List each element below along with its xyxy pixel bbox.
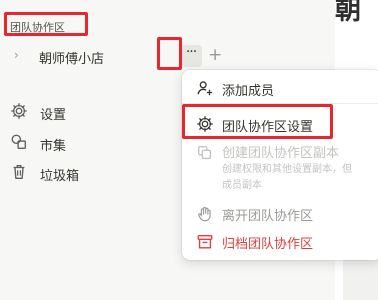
chevron-right-icon[interactable]: › xyxy=(14,48,19,62)
gear-icon xyxy=(10,102,30,122)
page-title: 朝 xyxy=(335,0,362,26)
hand-icon xyxy=(196,205,214,223)
menu-item-archive-team[interactable]: 归档团队协作区 xyxy=(182,230,378,254)
archive-icon xyxy=(196,233,214,251)
sidebar-item-trash[interactable]: 垃圾箱 xyxy=(10,163,170,185)
trash-icon xyxy=(10,163,30,183)
team-name: 朝师傅小店 xyxy=(39,52,105,67)
content-block xyxy=(343,260,378,300)
section-label: 团队协作区 xyxy=(10,21,65,34)
sidebar-item-marketplace[interactable]: 市集 xyxy=(10,133,170,155)
sidebar-item-settings-label: 设置 xyxy=(40,108,67,123)
menu-item-team-settings-label: 团队协作区设置 xyxy=(222,120,314,135)
menu-item-leave-label: 离开团队协作区 xyxy=(222,209,314,224)
add-person-icon xyxy=(196,79,214,97)
shapes-icon xyxy=(10,133,30,153)
menu-item-add-member-label: 添加成员 xyxy=(222,84,275,99)
gear-icon xyxy=(196,115,214,133)
menu-item-archive-label: 归档团队协作区 xyxy=(222,237,314,252)
sidebar-item-trash-label: 垃圾箱 xyxy=(40,169,80,184)
more-options-button[interactable]: ··· xyxy=(180,45,202,67)
team-options-menu: 添加成员 团队协作区设置 创建团队协作区副本 创建权限和其他设置副本，但 成员副… xyxy=(182,70,378,260)
menu-item-duplicate-desc-2: 成员副本 xyxy=(222,180,262,191)
menu-item-duplicate-desc-1: 创建权限和其他设置副本，但 xyxy=(222,164,352,175)
team-row[interactable]: › 朝师傅小店 xyxy=(0,42,240,70)
sidebar-item-settings[interactable]: 设置 xyxy=(10,102,170,124)
menu-divider xyxy=(182,103,378,104)
menu-item-leave-team[interactable]: 离开团队协作区 xyxy=(182,203,378,227)
duplicate-icon xyxy=(196,144,214,162)
menu-item-duplicate-label: 创建团队协作区副本 xyxy=(222,146,340,161)
menu-item-duplicate-team: 创建团队协作区副本 创建权限和其他设置副本，但 成员副本 xyxy=(182,142,378,198)
sidebar-item-marketplace-label: 市集 xyxy=(40,139,67,154)
menu-item-team-settings[interactable]: 团队协作区设置 xyxy=(182,112,378,136)
menu-item-add-member[interactable]: 添加成员 xyxy=(182,76,378,100)
add-page-button[interactable]: + xyxy=(208,45,222,65)
